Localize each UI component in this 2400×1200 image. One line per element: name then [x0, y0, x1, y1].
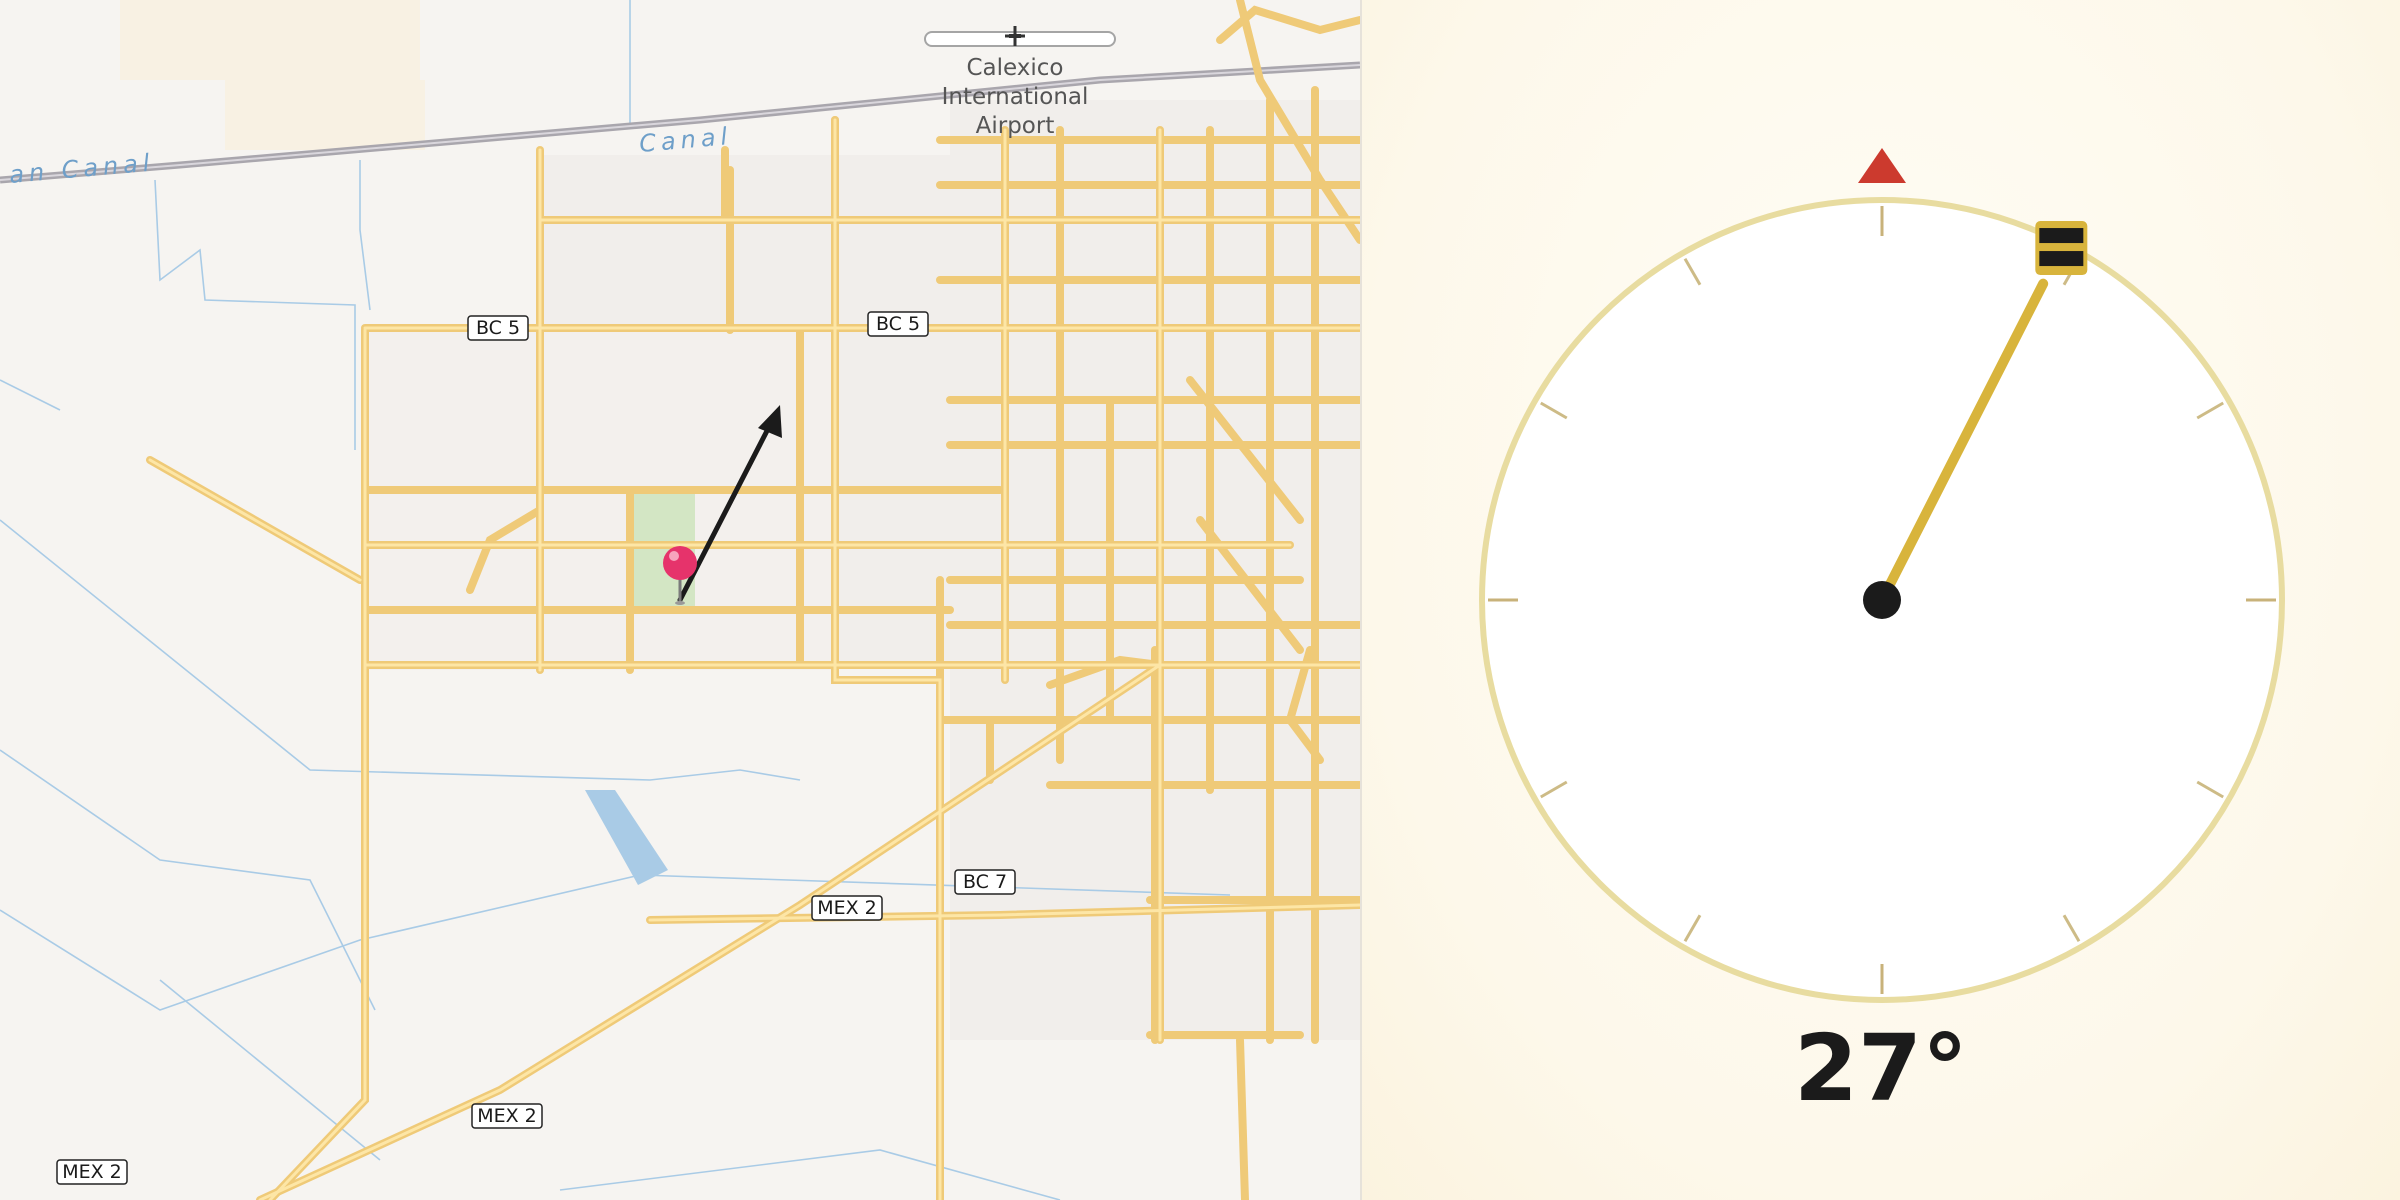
road-shield-bc5-east: BC 5	[867, 311, 929, 337]
heading-readout: 27°	[1793, 1015, 1969, 1122]
airport-label-line-3: Airport	[976, 113, 1055, 139]
svg-text:MEX 2: MEX 2	[817, 897, 877, 919]
road-shield-mex2-west: MEX 2	[56, 1159, 128, 1185]
map-view[interactable]: Calexico International Airport an Canal …	[0, 0, 1360, 1200]
road-shield-mex2-south: MEX 2	[471, 1103, 543, 1129]
svg-text:BC 7: BC 7	[963, 871, 1007, 893]
land-area	[225, 80, 425, 150]
svg-text:BC 5: BC 5	[876, 313, 920, 335]
map-canvas[interactable]: Calexico International Airport an Canal …	[0, 0, 1360, 1200]
road-shield-mex2-center: MEX 2	[811, 895, 883, 921]
airport-label-line-2: International	[942, 84, 1089, 110]
road-shield-bc5-west: BC 5	[467, 315, 529, 341]
needle-hub	[1863, 581, 1901, 619]
compass-panel: 27°	[1362, 0, 2400, 1200]
reservoir	[585, 790, 668, 885]
land-area	[120, 0, 420, 80]
urban-area	[365, 330, 835, 670]
svg-text:MEX 2: MEX 2	[477, 1105, 537, 1127]
needle-handle-icon[interactable]	[2035, 221, 2088, 276]
north-triangle-icon	[1858, 148, 1906, 183]
road-shield-bc7: BC 7	[954, 869, 1016, 895]
canal-label-left: an Canal	[8, 148, 155, 189]
airport-label-line-1: Calexico	[966, 55, 1063, 81]
svg-text:BC 5: BC 5	[476, 317, 520, 339]
svg-text:MEX 2: MEX 2	[62, 1161, 122, 1183]
